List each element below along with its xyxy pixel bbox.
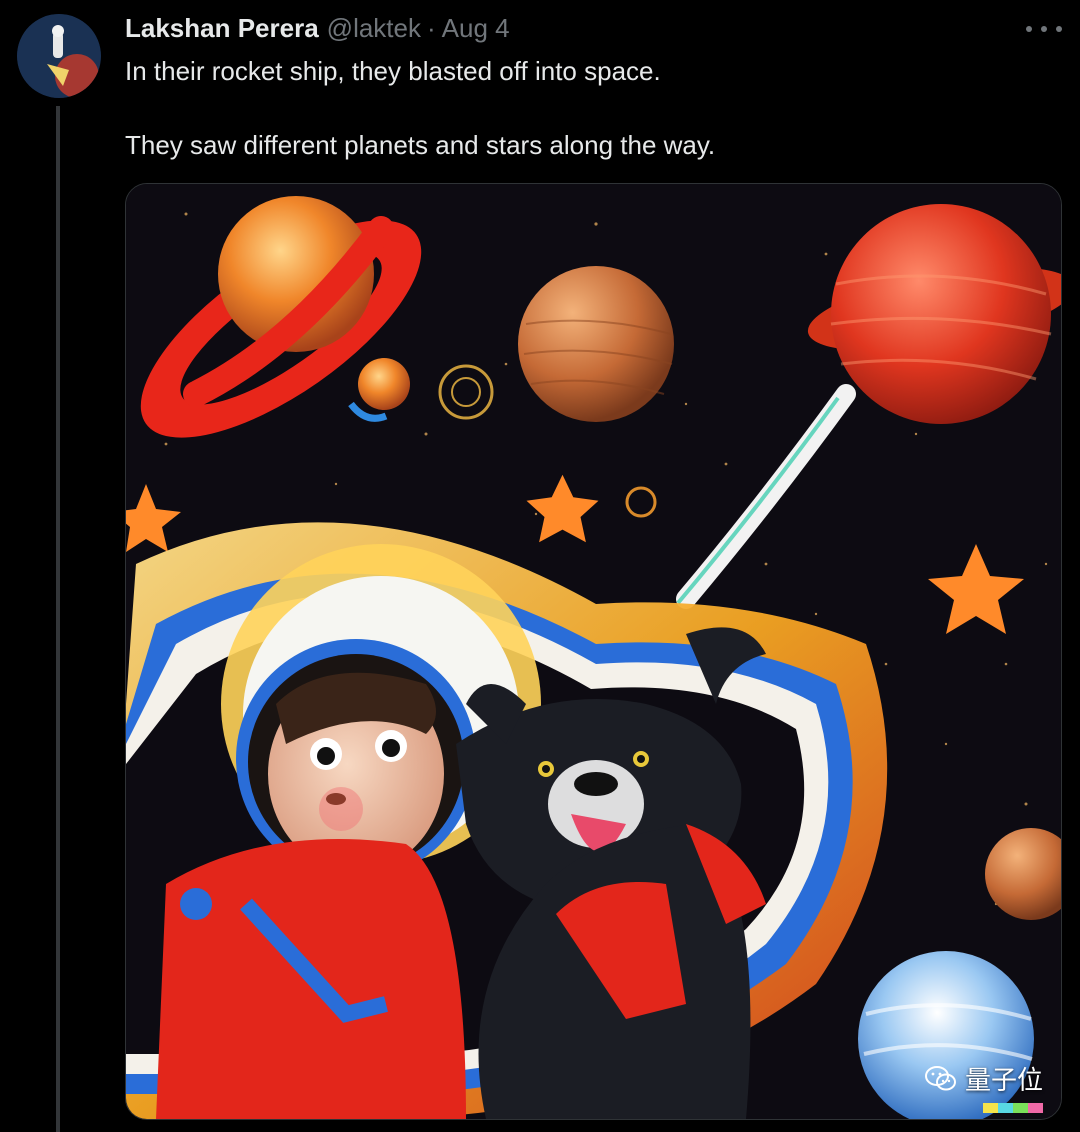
tweet-header: Lakshan Perera @laktek · Aug 4	[125, 12, 510, 44]
tweet-text-line: They saw different planets and stars alo…	[125, 130, 716, 160]
avatar-image	[17, 14, 101, 98]
tweet-text: In their rocket ship, they blasted off i…	[125, 55, 1025, 161]
tweet-media[interactable]: 量子位	[125, 183, 1062, 1120]
wechat-icon	[924, 1065, 956, 1090]
watermark: 量子位	[924, 1060, 1043, 1097]
tweet-date[interactable]: Aug 4	[442, 13, 510, 44]
author-name[interactable]: Lakshan Perera	[125, 13, 319, 44]
tweet-text-line: In their rocket ship, they blasted off i…	[125, 56, 661, 86]
watermark-color-bar	[983, 1103, 1043, 1113]
thread-line	[56, 106, 60, 1132]
avatar[interactable]	[17, 14, 101, 98]
separator: ·	[427, 12, 436, 43]
author-handle[interactable]: @laktek	[327, 13, 421, 44]
space-illustration	[126, 184, 1061, 1119]
watermark-text: 量子位	[964, 1065, 1043, 1095]
more-horizontal-icon[interactable]	[1026, 22, 1062, 36]
